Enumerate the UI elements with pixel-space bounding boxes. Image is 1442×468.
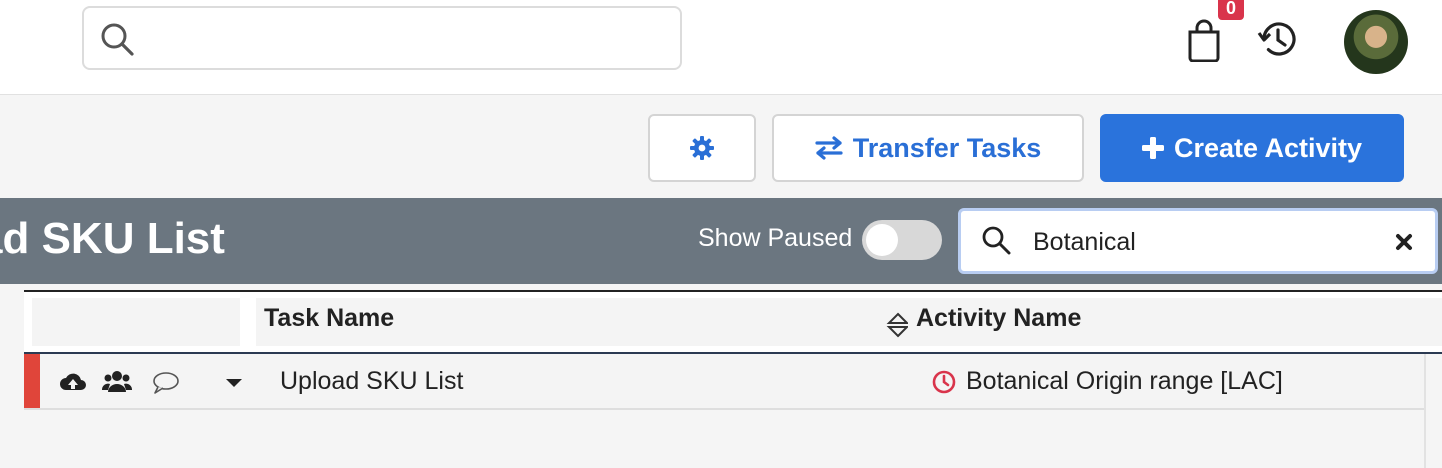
history-icon[interactable]: [1256, 17, 1300, 61]
task-search[interactable]: [958, 208, 1438, 274]
user-avatar[interactable]: [1344, 10, 1408, 74]
column-header-actions: [32, 298, 240, 346]
table-right-border: [1424, 354, 1426, 468]
plus-icon: [1141, 137, 1164, 159]
column-header-activity-name[interactable]: Activity Name: [908, 298, 1442, 346]
toggle-knob: [866, 224, 898, 256]
users-icon[interactable]: [102, 368, 132, 396]
top-bar: 0: [0, 0, 1442, 95]
task-name[interactable]: Upload SKU List: [280, 367, 463, 396]
task-table-header: Task Name Activity Name: [24, 290, 1442, 354]
column-header-task-name-label: Task Name: [264, 304, 395, 332]
priority-flag: [24, 354, 40, 408]
column-header-task-name[interactable]: Task Name: [256, 298, 916, 346]
search-icon: [101, 23, 134, 56]
clock-icon: [932, 370, 956, 393]
page-title: ad SKU List: [0, 214, 225, 263]
search-icon: [982, 226, 1011, 255]
activity-name-cell[interactable]: Botanical Origin range [LAC]: [932, 367, 1283, 396]
clear-search-button[interactable]: [1381, 219, 1427, 265]
sort-icon[interactable]: [886, 310, 910, 340]
cart-count-badge: 0: [1218, 0, 1244, 20]
comment-icon[interactable]: [152, 368, 180, 396]
show-paused-toggle[interactable]: [862, 220, 942, 260]
task-search-input[interactable]: [1033, 223, 1373, 261]
create-activity-button[interactable]: Create Activity: [1100, 114, 1404, 182]
global-search-input[interactable]: [144, 16, 664, 60]
activity-name: Botanical Origin range [LAC]: [966, 367, 1283, 395]
global-search[interactable]: [82, 6, 682, 70]
cloud-upload-icon[interactable]: [60, 368, 86, 396]
settings-button[interactable]: [648, 114, 756, 182]
show-paused-label: Show Paused: [698, 224, 853, 252]
transfer-tasks-button[interactable]: Transfer Tasks: [772, 114, 1084, 182]
caret-down-icon[interactable]: [224, 368, 244, 396]
transfer-tasks-label: Transfer Tasks: [852, 132, 1042, 163]
close-icon: [1396, 234, 1412, 250]
column-header-activity-name-label: Activity Name: [916, 304, 1082, 332]
shopping-bag-icon[interactable]: [1184, 18, 1224, 62]
task-header-band: ad SKU List Show Paused: [0, 198, 1442, 284]
table-row[interactable]: Upload SKU List Botanical Origin range […: [24, 354, 1426, 410]
transfer-arrows-icon: [815, 136, 843, 160]
create-activity-label: Create Activity: [1173, 132, 1363, 163]
gear-icon: [690, 136, 714, 160]
